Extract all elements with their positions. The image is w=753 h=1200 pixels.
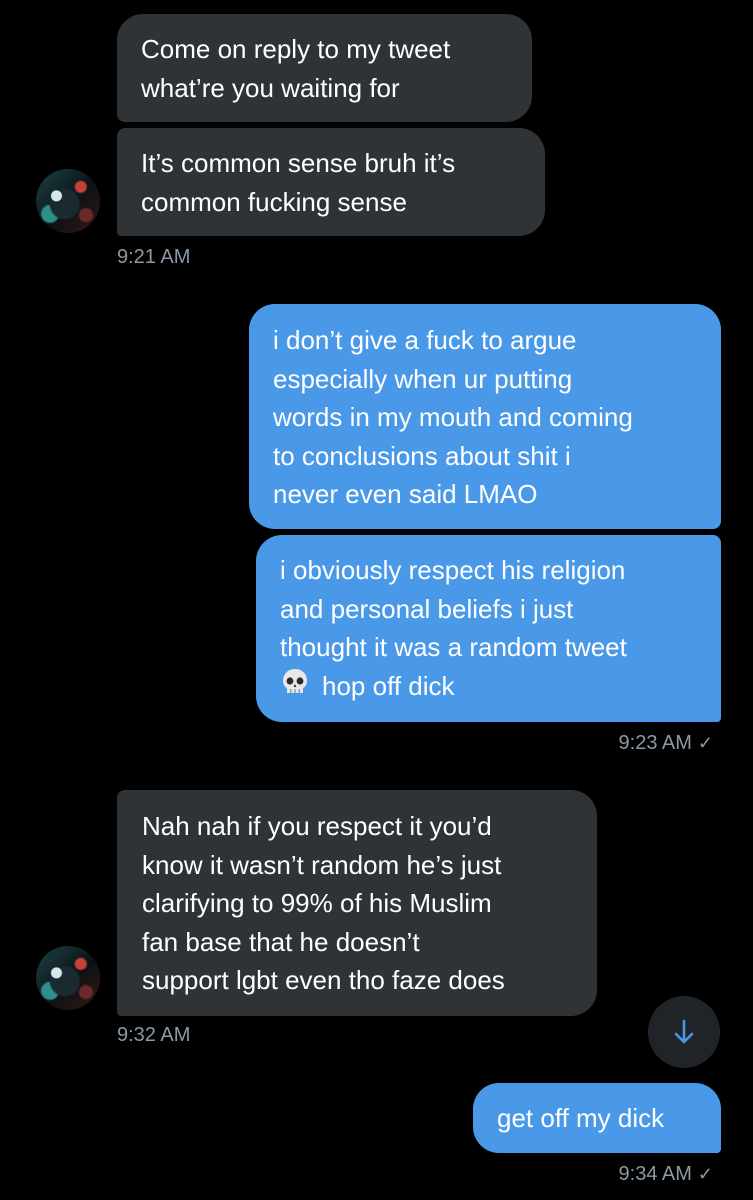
check-icon: ✓ — [697, 1164, 713, 1184]
message-line: words in my mouth and coming — [273, 402, 633, 432]
message-line: hop off dick — [280, 667, 697, 706]
message-timestamp: 9:23 AM — [618, 732, 692, 754]
sender-avatar[interactable] — [36, 169, 100, 233]
sender-avatar[interactable] — [36, 946, 100, 1010]
message-line: common fucking sense — [141, 186, 407, 217]
message-line: i obviously respect his religion — [280, 555, 626, 585]
message-bubble-incoming[interactable]: Nah nah if you respect it you’d know it … — [117, 790, 597, 1016]
message-line: Come on reply to my tweet — [141, 34, 451, 64]
message-line: i don’t give a fuck to argue — [273, 325, 577, 355]
message-timestamp: 9:34 AM — [618, 1163, 692, 1185]
message-line: Nah nah if you respect it you’d — [142, 811, 492, 841]
message-bubble-outgoing[interactable]: i don’t give a fuck to argue especially … — [249, 304, 721, 529]
message-line: to conclusions about shit i — [273, 440, 571, 471]
message-timestamp-row: 9:23 AM ✓ — [619, 732, 713, 755]
message-timestamp-row: 9:34 AM ✓ — [619, 1163, 713, 1186]
message-line: especially when ur putting — [273, 363, 573, 394]
message-line: clarifying to 99% of his Muslim — [142, 888, 492, 918]
message-timestamp: 9:21 AM — [117, 246, 191, 268]
message-line: get off my dick — [497, 1103, 665, 1133]
message-bubble-incoming[interactable]: Come on reply to my tweet what’re you wa… — [117, 14, 532, 122]
message-bubble-incoming[interactable]: It’s common sense bruh it’s common fucki… — [117, 128, 545, 236]
message-bubble-outgoing[interactable]: i obviously respect his religion and per… — [256, 535, 721, 722]
message-line: It’s common sense bruh it’s — [141, 148, 456, 178]
check-icon: ✓ — [697, 733, 713, 753]
message-bubble-outgoing[interactable]: get off my dick — [473, 1083, 721, 1153]
arrow-down-icon — [674, 1019, 694, 1044]
message-line: fan base that he doesn’t — [142, 926, 420, 957]
message-line: support lgbt even tho faze does — [142, 965, 505, 995]
message-line: know it wasn’t random he’s just — [142, 849, 502, 880]
message-line: what’re you waiting for — [141, 72, 400, 103]
scroll-to-bottom-button[interactable] — [648, 996, 720, 1068]
message-line: thought it was a random tweet — [280, 632, 627, 662]
message-line: never even said LMAO — [273, 479, 538, 509]
message-text: hop off dick — [322, 670, 455, 701]
skull-emoji — [283, 668, 307, 693]
message-timestamp: 9:32 AM — [117, 1024, 191, 1046]
message-line: and personal beliefs i just — [280, 593, 574, 624]
